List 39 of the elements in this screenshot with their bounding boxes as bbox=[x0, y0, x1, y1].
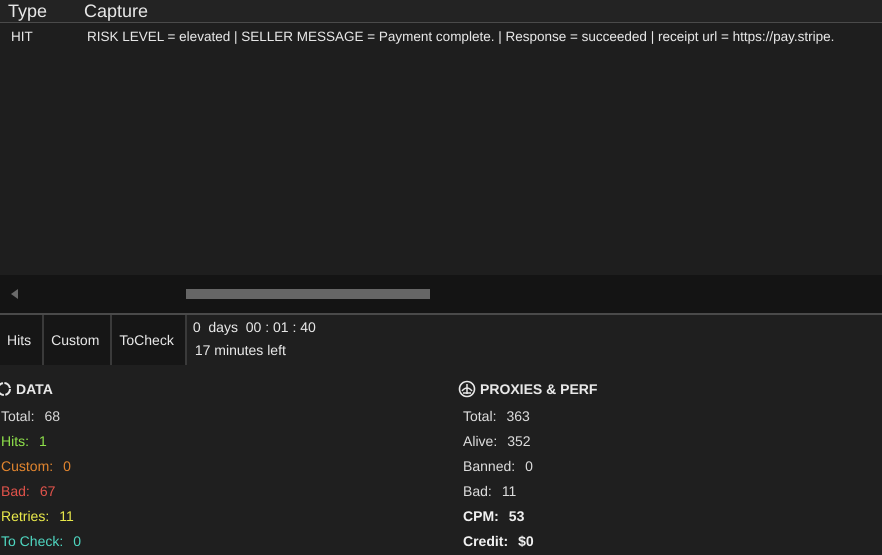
stat-value: 11 bbox=[502, 482, 516, 498]
stat-value: 67 bbox=[40, 482, 56, 498]
stat-value: 53 bbox=[508, 508, 524, 524]
section-title: DATA bbox=[16, 381, 53, 397]
stat-label: Custom: bbox=[1, 458, 54, 474]
scrollbar-thumb[interactable] bbox=[186, 289, 430, 299]
column-header[interactable]: Capture bbox=[84, 0, 148, 22]
table-cell-text: HIT bbox=[10, 28, 34, 44]
section-title: PROXIES & PERF bbox=[480, 381, 598, 397]
stat-label: Banned: bbox=[463, 458, 516, 474]
stat-value: 0 bbox=[73, 532, 82, 548]
stat-label: Total: bbox=[1, 408, 34, 424]
stat-value: 1 bbox=[39, 432, 47, 448]
stat-label: Alive: bbox=[463, 432, 498, 448]
refresh-icon bbox=[0, 381, 12, 397]
elapsed-time: 0 days 00 : 01 : 40 bbox=[192, 319, 317, 335]
stat-label: Retries: bbox=[1, 508, 50, 524]
stat-label: CPM: bbox=[463, 508, 499, 524]
tab[interactable]: Hits bbox=[0, 315, 44, 365]
stat-label: Bad: bbox=[463, 482, 492, 498]
stat-value: 0 bbox=[525, 458, 533, 474]
scroll-left-icon[interactable] bbox=[11, 289, 19, 299]
stat-label: Total: bbox=[463, 408, 496, 424]
stat-value: 11 bbox=[59, 508, 74, 524]
stat-value: $0 bbox=[518, 532, 534, 548]
scrollbar[interactable] bbox=[0, 275, 882, 315]
stat-label: Bad: bbox=[1, 482, 30, 498]
stat-label: Credit: bbox=[463, 532, 508, 548]
time-remaining: 17 minutes left bbox=[194, 342, 287, 358]
stat-label: To Check: bbox=[1, 532, 64, 548]
tab[interactable]: Custom bbox=[44, 315, 112, 365]
stat-value: 0 bbox=[63, 458, 71, 474]
stat-value: 352 bbox=[507, 432, 531, 448]
stat-label: Hits: bbox=[1, 432, 29, 448]
stat-value: 363 bbox=[506, 408, 530, 424]
column-header[interactable]: Type bbox=[0, 0, 84, 22]
stat-value: 68 bbox=[44, 408, 60, 424]
tab[interactable]: ToCheck bbox=[112, 315, 187, 365]
table-cell: RISK LEVEL = elevated | SELLER MESSAGE = Payment complete. | Response = succeeded | receipt url = https://pay.stripe. bbox=[87, 28, 834, 44]
